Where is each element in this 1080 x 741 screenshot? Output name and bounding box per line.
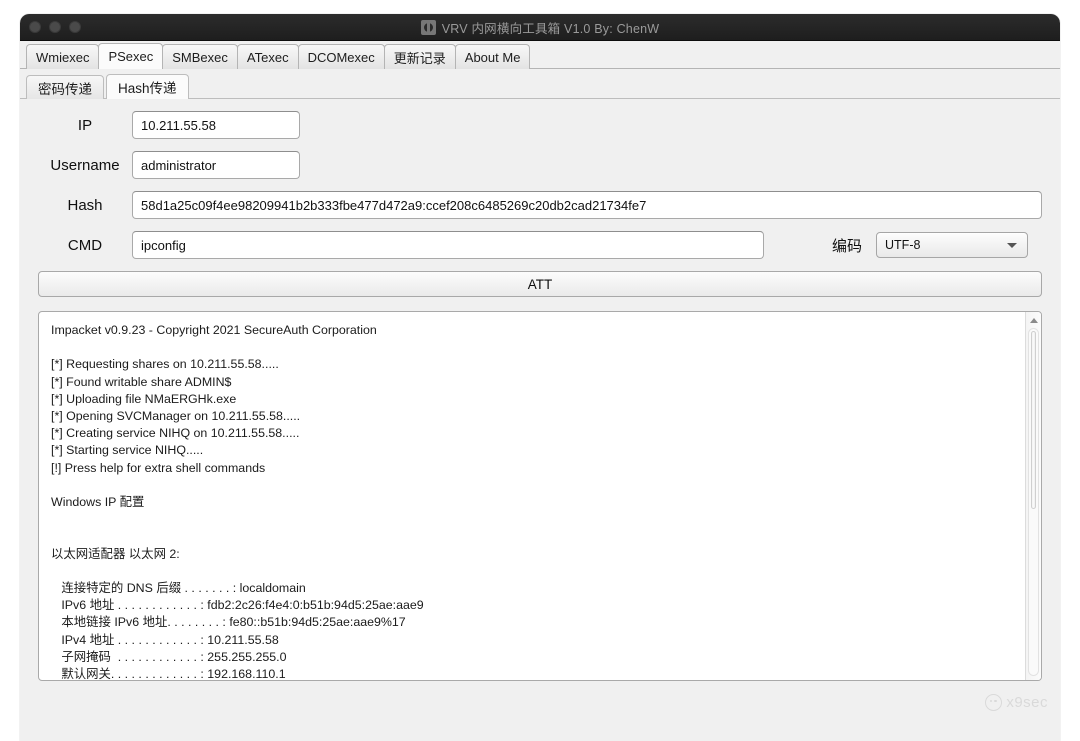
main-tab-bar: Wmiexec PSexec SMBexec ATexec DCOMexec 更… (20, 41, 1060, 69)
att-button[interactable]: ATT (38, 271, 1042, 297)
ip-input[interactable] (132, 111, 300, 139)
username-input[interactable] (132, 151, 300, 179)
tab-psexec[interactable]: PSexec (98, 43, 163, 69)
cmd-input[interactable] (132, 231, 764, 259)
app-puzzle-icon (421, 20, 436, 35)
minimize-button[interactable] (49, 21, 61, 33)
username-label: Username (38, 157, 132, 174)
tab-label: PSexec (108, 49, 153, 64)
encoding-group: 编码 UTF-8 (832, 232, 1028, 258)
window-titlebar: VRV 内网横向工具箱 V1.0 By: ChenW (20, 14, 1060, 41)
tab-about-me[interactable]: About Me (455, 44, 531, 69)
subtab-hash-auth[interactable]: Hash传递 (106, 74, 189, 99)
subtab-label: 密码传递 (38, 78, 92, 98)
tab-label: DCOMexec (308, 50, 375, 65)
cmd-row: CMD 编码 UTF-8 (38, 231, 1042, 259)
tab-smbexec[interactable]: SMBexec (162, 44, 238, 69)
hash-input[interactable] (132, 191, 1042, 219)
encoding-select[interactable]: UTF-8 (876, 232, 1028, 258)
output-panel: Impacket v0.9.23 - Copyright 2021 Secure… (38, 311, 1042, 681)
scroll-up-arrow-icon[interactable] (1028, 314, 1040, 326)
tab-label: 更新记录 (394, 48, 446, 67)
tab-changelog[interactable]: 更新记录 (384, 44, 456, 69)
tab-label: SMBexec (172, 50, 228, 65)
tab-label: ATexec (247, 50, 289, 65)
watermark-text: x9sec (1006, 694, 1048, 711)
scrollbar-track[interactable] (1028, 328, 1039, 676)
tab-atexec[interactable]: ATexec (237, 44, 299, 69)
sub-tab-bar: 密码传递 Hash传递 (20, 69, 1060, 99)
close-button[interactable] (29, 21, 41, 33)
watermark: x9sec (985, 694, 1048, 711)
ip-row: IP (38, 111, 1042, 139)
encoding-value: UTF-8 (885, 238, 920, 252)
cmd-label: CMD (38, 237, 132, 254)
tab-dcomexec[interactable]: DCOMexec (298, 44, 385, 69)
hash-label: Hash (38, 197, 132, 214)
connection-form: IP Username Hash CMD 编码 UTF-8 (20, 99, 1060, 259)
output-scrollbar[interactable] (1025, 312, 1041, 680)
tab-label: Wmiexec (36, 50, 89, 65)
subtab-password-auth[interactable]: 密码传递 (26, 75, 104, 99)
maximize-button[interactable] (69, 21, 81, 33)
application-window: VRV 内网横向工具箱 V1.0 By: ChenW Wmiexec PSexe… (20, 14, 1060, 741)
window-title: VRV 内网横向工具箱 V1.0 By: ChenW (442, 18, 660, 37)
chevron-down-icon (1007, 243, 1017, 248)
encoding-label: 编码 (832, 235, 862, 256)
tab-label: About Me (465, 50, 521, 65)
subtab-label: Hash传递 (118, 77, 177, 97)
ip-label: IP (38, 117, 132, 134)
wechat-logo-icon (985, 694, 1002, 711)
scrollbar-thumb[interactable] (1031, 331, 1036, 509)
username-row: Username (38, 151, 1042, 179)
window-title-group: VRV 内网横向工具箱 V1.0 By: ChenW (20, 18, 1060, 37)
tab-wmiexec[interactable]: Wmiexec (26, 44, 99, 69)
att-button-label: ATT (528, 277, 553, 292)
window-controls (29, 21, 81, 33)
output-console-text[interactable]: Impacket v0.9.23 - Copyright 2021 Secure… (39, 312, 1025, 680)
hash-row: Hash (38, 191, 1042, 219)
